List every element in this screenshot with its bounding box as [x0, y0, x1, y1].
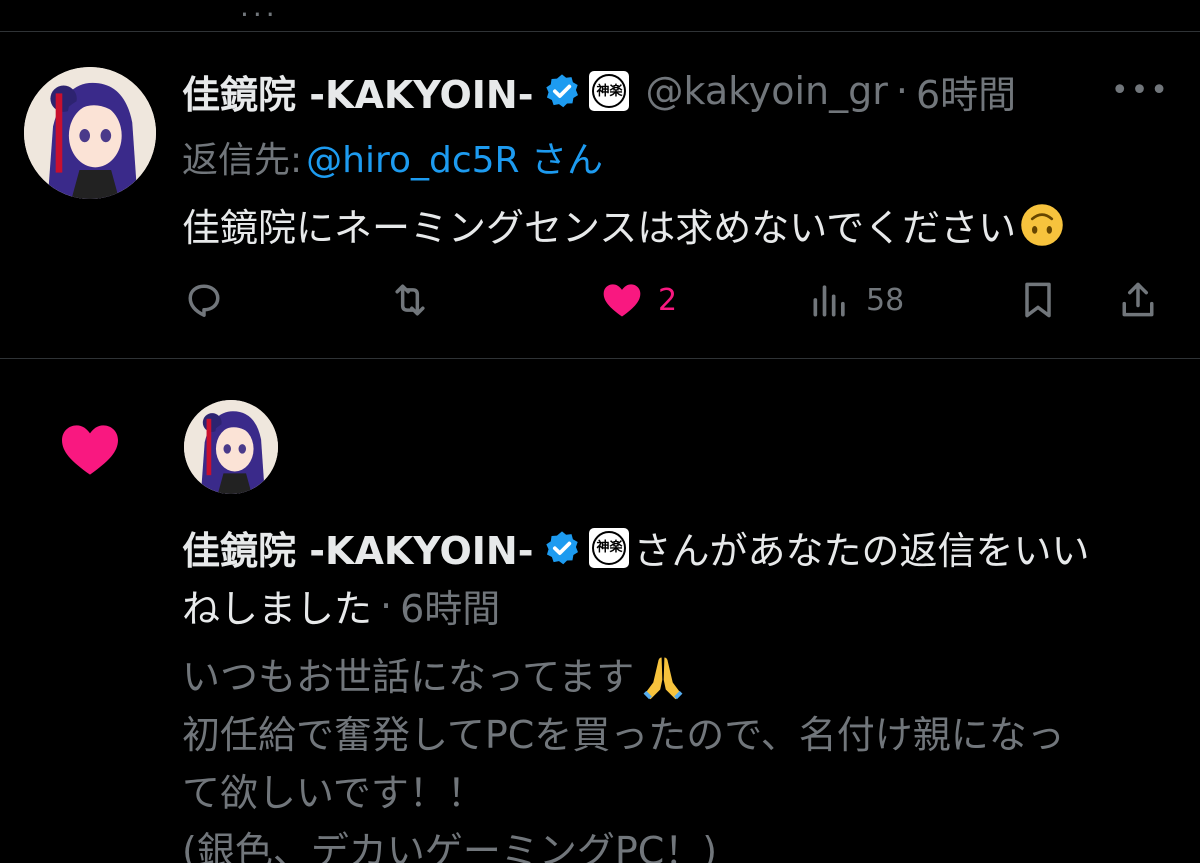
- reply-to-line: 返信先: @hiro_dc5R さん: [182, 131, 603, 183]
- bookmark-button[interactable]: [1016, 275, 1060, 325]
- retweet-icon: [395, 284, 425, 316]
- seal-text: 神楽: [592, 530, 627, 565]
- affiliate-seal-icon[interactable]: 神楽: [589, 71, 630, 111]
- liked-text: さんがあなたの返信をいい: [633, 529, 1090, 573]
- share-icon: [1122, 282, 1154, 317]
- more-options-icon[interactable]: •••: [1111, 73, 1170, 108]
- verified-badge-icon: [546, 74, 579, 108]
- avatar[interactable]: [24, 67, 156, 199]
- tweet-timestamp[interactable]: 6時間: [916, 64, 1016, 119]
- like-button[interactable]: 2: [600, 275, 677, 325]
- author-name[interactable]: 佳鏡院 -KAKYOIN-: [182, 64, 533, 119]
- notification-timestamp: 6時間: [400, 587, 501, 631]
- quote-line: いつもお世話になってます: [182, 648, 1182, 706]
- avatar[interactable]: [184, 400, 278, 494]
- notification-line-2: ねしました · 6時間: [182, 578, 500, 633]
- reply-mention-link[interactable]: @hiro_dc5R さん: [306, 131, 603, 183]
- heart-filled-icon: [603, 284, 641, 317]
- liked-reply-quote[interactable]: いつもお世話になってます 初任給で奮発してPCを買ったので、名付け親になっ て欲…: [182, 648, 1182, 863]
- notification-line-1: 佳鏡院 -KAKYOIN- 神楽 さんがあなたの返信をいい: [182, 520, 1090, 575]
- separator-dot: ·: [380, 583, 393, 628]
- tweet-text: 佳鏡院にネーミングセンスは求めないでください: [182, 197, 1064, 252]
- folded-hands-emoji-icon: [643, 657, 683, 700]
- like-count: 2: [658, 282, 678, 318]
- avatar-illustration: [184, 400, 278, 494]
- share-button[interactable]: [1116, 275, 1160, 325]
- quote-line-3: て欲しいです！！: [182, 771, 485, 815]
- previous-tweet-text: ...: [240, 0, 279, 23]
- views-chart-icon: [813, 285, 845, 317]
- views-count: 58: [866, 282, 905, 318]
- affiliate-seal-icon[interactable]: 神楽: [589, 527, 630, 568]
- quote-line-2: 初任給で奮発してPCを買ったので、名付け親になっ: [182, 713, 1065, 757]
- tweet-header: 佳鏡院 -KAKYOIN- 神楽 @kakyoin_gr · 6時間: [182, 63, 1016, 119]
- heart-notification-icon: [62, 425, 118, 475]
- author-handle[interactable]: @kakyoin_gr: [645, 69, 887, 113]
- liked-text-continued: ねしました: [182, 587, 373, 631]
- upside-down-face-emoji-icon: [1021, 203, 1063, 246]
- seal-text: 神楽: [592, 74, 627, 108]
- tweet-actions: 2 58: [182, 275, 1172, 325]
- quote-line: て欲しいです！！: [182, 764, 1182, 822]
- like-notification[interactable]: 佳鏡院 -KAKYOIN- 神楽 さんがあなたの返信をいい ねしました · 6時…: [0, 360, 1200, 863]
- previous-tweet-fragment: ...: [0, 0, 1200, 32]
- reply-tweet[interactable]: 佳鏡院 -KAKYOIN- 神楽 @kakyoin_gr · 6時間 ••• 返…: [0, 33, 1200, 359]
- author-name[interactable]: 佳鏡院 -KAKYOIN-: [182, 520, 533, 575]
- quote-line-1: いつもお世話になってます: [182, 655, 635, 699]
- quote-line: 初任給で奮発してPCを買ったので、名付け親になっ: [182, 706, 1182, 764]
- retweet-button[interactable]: [388, 275, 446, 325]
- views-button[interactable]: 58: [808, 275, 904, 325]
- bookmark-icon: [1025, 282, 1051, 318]
- verified-badge-icon: [546, 530, 579, 564]
- quote-line-4: (銀色、デカいゲーミングPC！): [182, 829, 718, 863]
- reply-prefix: 返信先:: [182, 140, 303, 181]
- quote-line: (銀色、デカいゲーミングPC！): [182, 822, 1182, 863]
- separator-dot: ·: [895, 69, 908, 113]
- tweet-body: 佳鏡院にネーミングセンスは求めないでください: [182, 206, 1017, 250]
- reply-button[interactable]: [182, 275, 240, 325]
- avatar-illustration: [24, 67, 156, 199]
- reply-icon: [188, 284, 220, 317]
